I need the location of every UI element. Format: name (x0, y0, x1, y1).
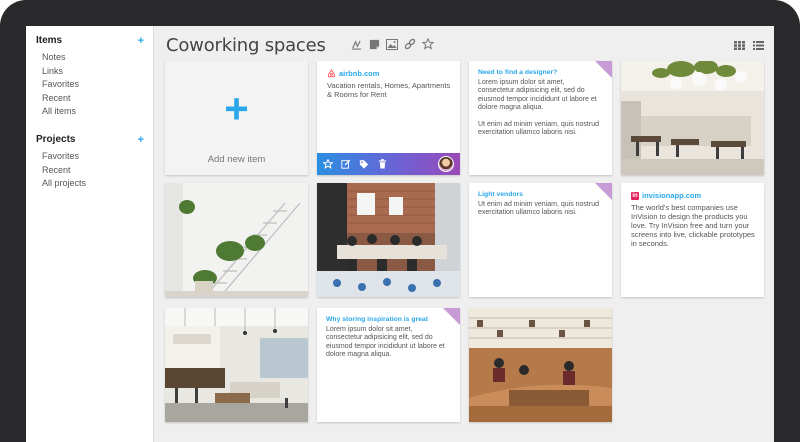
view-switcher (733, 39, 764, 51)
image-icon[interactable] (386, 38, 398, 50)
sidebar-item-all-items[interactable]: All items (26, 105, 154, 119)
note-title: Light vendors (478, 191, 523, 198)
sidebar-project-all[interactable]: All projects (26, 177, 154, 191)
note-title: Why storing inspiration is great (326, 316, 428, 323)
note-paragraph: Lorem ipsum dolor sit amet, consectetur … (326, 326, 445, 359)
link-header: airbnb.com (327, 69, 379, 78)
cafe-photo (621, 61, 764, 175)
projects-section-title: Projects + (26, 132, 154, 148)
library-photo (469, 308, 612, 422)
note-paragraph: Ut enim ad minim veniam, quis nostrud ex… (478, 201, 599, 217)
image-card-library[interactable] (469, 308, 612, 422)
sidebar-project-recent[interactable]: Recent (26, 164, 154, 178)
sidebar-item-notes[interactable]: Notes (26, 51, 154, 65)
image-card-meeting-room[interactable] (317, 183, 460, 297)
tag-icon[interactable] (359, 159, 369, 169)
sidebar-project-favorites[interactable]: Favorites (26, 150, 154, 164)
note-card-designer[interactable]: Need to find a designer? Lorem ipsum dol… (469, 61, 612, 175)
corner-fold (595, 61, 612, 78)
corner-fold (595, 183, 612, 200)
star-icon[interactable] (422, 38, 434, 50)
note-body: Ut enim ad minim veniam, quis nostrud ex… (478, 201, 600, 226)
link-card-invision[interactable]: in invisionapp.com The world's best comp… (621, 183, 764, 297)
items-heading: Items (36, 35, 63, 46)
grid-view-icon[interactable] (733, 39, 745, 51)
star-icon[interactable] (323, 159, 333, 169)
add-item-button[interactable]: + (138, 33, 144, 49)
sidebar-item-favorites[interactable]: Favorites (26, 78, 154, 92)
avatar[interactable] (438, 156, 454, 172)
airbnb-logo-icon (327, 69, 336, 78)
projects-heading: Projects (36, 134, 76, 145)
link-header: in invisionapp.com (631, 191, 701, 200)
note-card-inspiration[interactable]: Why storing inspiration is great Lorem i… (317, 308, 460, 422)
meeting-room-photo (317, 183, 460, 297)
image-card-staircase[interactable] (165, 183, 308, 297)
image-card-cafe[interactable] (621, 61, 764, 175)
sidebar: Items + Notes Links Favorites Recent All… (26, 26, 154, 442)
note-body: Lorem ipsum dolor sit amet, consectetur … (478, 79, 600, 145)
link-domain[interactable]: airbnb.com (339, 69, 379, 78)
main-content: Coworking spaces + Add new item airbnb.c… (154, 26, 774, 442)
note-icon[interactable] (368, 38, 380, 50)
card-action-bar (317, 153, 460, 175)
staircase-photo (165, 183, 308, 297)
link-description: Vacation rentals, Homes, Apartments & Ro… (327, 81, 451, 99)
link-domain[interactable]: invisionapp.com (642, 191, 701, 200)
toolbar (350, 38, 434, 50)
items-section-title: Items + (26, 33, 154, 49)
image-card-lounge[interactable] (165, 308, 308, 422)
plus-icon: + (224, 85, 249, 132)
trash-icon[interactable] (377, 159, 387, 169)
add-project-button[interactable]: + (138, 132, 144, 148)
page-title: Coworking spaces (166, 35, 326, 56)
note-title: Need to find a designer? (478, 69, 558, 76)
link-description: The world's best companies use InVision … (631, 203, 755, 248)
app-screen: Items + Notes Links Favorites Recent All… (26, 26, 774, 442)
add-new-item-label: Add new item (207, 154, 266, 165)
link-icon[interactable] (404, 38, 416, 50)
items-section: Items + Notes Links Favorites Recent All… (26, 33, 154, 119)
corner-fold (443, 308, 460, 325)
edit-icon[interactable] (341, 159, 351, 169)
add-new-item-card[interactable]: + Add new item (165, 61, 308, 175)
sidebar-item-recent[interactable]: Recent (26, 92, 154, 106)
draw-icon[interactable] (350, 38, 362, 50)
note-paragraph: Lorem ipsum dolor sit amet, consectetur … (478, 79, 597, 112)
projects-section: Projects + Favorites Recent All projects (26, 132, 154, 191)
invision-logo-icon: in (631, 191, 639, 200)
note-card-light-vendors[interactable]: Light vendors Ut enim ad minim veniam, q… (469, 183, 612, 297)
list-view-icon[interactable] (752, 39, 764, 51)
lounge-photo (165, 308, 308, 422)
note-paragraph: Ut enim ad minim veniam, quis nostrud ex… (478, 120, 599, 137)
sidebar-item-links[interactable]: Links (26, 65, 154, 79)
note-body: Lorem ipsum dolor sit amet, consectetur … (326, 326, 448, 368)
link-card-airbnb[interactable]: airbnb.com Vacation rentals, Homes, Apar… (317, 61, 460, 175)
